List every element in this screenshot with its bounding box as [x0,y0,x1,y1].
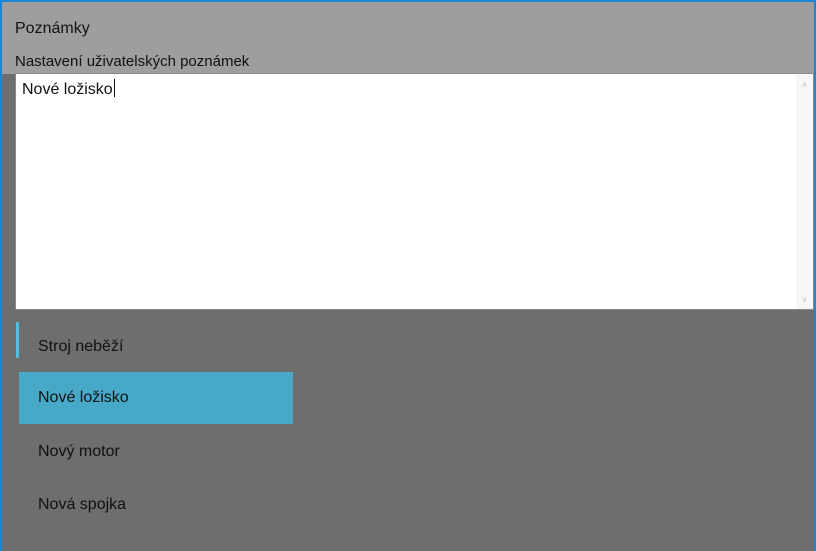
note-editor-value: Nové ložisko [22,81,113,98]
list-item-selected[interactable]: Nové ložisko [19,372,293,424]
page-subtitle: Nastavení uživatelských poznámek [15,53,250,70]
chevron-up-icon[interactable]: ˄ [796,78,813,92]
list-item[interactable]: Nová spojka [19,479,293,531]
text-caret [113,79,115,97]
page-title: Poznámky [15,20,90,37]
list-item[interactable]: Nový motor [19,426,293,478]
note-editor-scrollbar[interactable]: ˄ ˅ [796,74,813,309]
chevron-down-icon[interactable]: ˅ [796,293,813,307]
notes-header: Poznámky Nastavení uživatelských poznáme… [2,2,814,74]
notes-window: Poznámky Nastavení uživatelských poznáme… [0,0,816,551]
note-template-list: Stroj neběží Nové ložisko Nový motor Nov… [15,317,814,551]
note-editor-text[interactable]: Nové ložisko [22,79,115,100]
note-editor[interactable]: Nové ložisko ˄ ˅ [15,73,814,310]
list-item[interactable]: Stroj neběží [19,321,293,373]
